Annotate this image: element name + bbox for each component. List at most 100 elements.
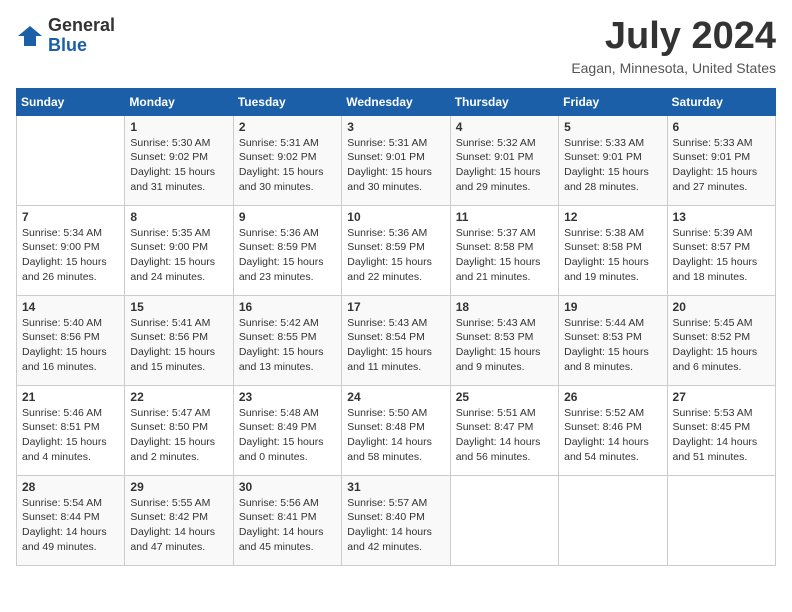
calendar-cell <box>17 115 125 205</box>
calendar-cell <box>559 475 667 565</box>
logo-blue: Blue <box>48 35 87 55</box>
day-number: 3 <box>347 120 444 134</box>
day-info: Sunrise: 5:41 AM Sunset: 8:56 PM Dayligh… <box>130 316 227 375</box>
calendar-cell: 22Sunrise: 5:47 AM Sunset: 8:50 PM Dayli… <box>125 385 233 475</box>
day-number: 16 <box>239 300 336 314</box>
day-info: Sunrise: 5:55 AM Sunset: 8:42 PM Dayligh… <box>130 496 227 555</box>
day-info: Sunrise: 5:42 AM Sunset: 8:55 PM Dayligh… <box>239 316 336 375</box>
day-info: Sunrise: 5:44 AM Sunset: 8:53 PM Dayligh… <box>564 316 661 375</box>
header-cell-thursday: Thursday <box>450 88 558 115</box>
day-info: Sunrise: 5:56 AM Sunset: 8:41 PM Dayligh… <box>239 496 336 555</box>
calendar-cell <box>450 475 558 565</box>
day-number: 21 <box>22 390 119 404</box>
calendar-cell: 17 Sunrise: 5:43 AM Sunset: 8:54 PM Dayli… <box>342 295 450 385</box>
calendar-cell: 18Sunrise: 5:43 AM Sunset: 8:53 PM Dayli… <box>450 295 558 385</box>
calendar-cell: 10 Sunrise: 5:36 AM Sunset: 8:59 PM Dayli… <box>342 205 450 295</box>
day-info: Sunrise: 5:35 AM Sunset: 9:00 PM Dayligh… <box>130 226 227 285</box>
day-number: 26 <box>564 390 661 404</box>
calendar-week-2: 14 Sunrise: 5:40 AM Sunset: 8:56 PM Dayli… <box>17 295 776 385</box>
calendar-cell: 29 Sunrise: 5:55 AM Sunset: 8:42 PM Dayli… <box>125 475 233 565</box>
header-cell-wednesday: Wednesday <box>342 88 450 115</box>
day-number: 29 <box>130 480 227 494</box>
day-number: 5 <box>564 120 661 134</box>
day-number: 13 <box>673 210 770 224</box>
calendar-cell: 12 Sunrise: 5:38 AM Sunset: 8:58 PM Dayli… <box>559 205 667 295</box>
calendar-week-3: 21 Sunrise: 5:46 AM Sunset: 8:51 PM Dayli… <box>17 385 776 475</box>
day-info: Sunrise: 5:32 AM Sunset: 9:01 PM Dayligh… <box>456 136 553 195</box>
page-header: General Blue July 2024 Eagan, Minnesota,… <box>16 16 776 76</box>
calendar-cell: 26 Sunrise: 5:52 AM Sunset: 8:46 PM Dayli… <box>559 385 667 475</box>
header-cell-monday: Monday <box>125 88 233 115</box>
day-info: Sunrise: 5:36 AM Sunset: 8:59 PM Dayligh… <box>347 226 444 285</box>
day-info: Sunrise: 5:33 AM Sunset: 9:01 PM Dayligh… <box>673 136 770 195</box>
calendar-cell: 25 Sunrise: 5:51 AM Sunset: 8:47 PM Dayli… <box>450 385 558 475</box>
day-info: Sunrise: 5:40 AM Sunset: 8:56 PM Dayligh… <box>22 316 119 375</box>
day-number: 11 <box>456 210 553 224</box>
logo: General Blue <box>16 16 115 56</box>
calendar-cell: 23Sunrise: 5:48 AM Sunset: 8:49 PM Dayli… <box>233 385 341 475</box>
day-number: 24 <box>347 390 444 404</box>
day-info: Sunrise: 5:50 AM Sunset: 8:48 PM Dayligh… <box>347 406 444 465</box>
calendar-cell: 31Sunrise: 5:57 AM Sunset: 8:40 PM Dayli… <box>342 475 450 565</box>
day-number: 17 <box>347 300 444 314</box>
day-number: 31 <box>347 480 444 494</box>
day-info: Sunrise: 5:37 AM Sunset: 8:58 PM Dayligh… <box>456 226 553 285</box>
day-info: Sunrise: 5:46 AM Sunset: 8:51 PM Dayligh… <box>22 406 119 465</box>
calendar-week-4: 28Sunrise: 5:54 AM Sunset: 8:44 PM Dayli… <box>17 475 776 565</box>
day-info: Sunrise: 5:31 AM Sunset: 9:02 PM Dayligh… <box>239 136 336 195</box>
day-number: 20 <box>673 300 770 314</box>
day-info: Sunrise: 5:52 AM Sunset: 8:46 PM Dayligh… <box>564 406 661 465</box>
day-info: Sunrise: 5:51 AM Sunset: 8:47 PM Dayligh… <box>456 406 553 465</box>
logo-text: General Blue <box>48 16 115 56</box>
day-number: 14 <box>22 300 119 314</box>
calendar-cell: 6Sunrise: 5:33 AM Sunset: 9:01 PM Daylig… <box>667 115 775 205</box>
calendar-cell: 19 Sunrise: 5:44 AM Sunset: 8:53 PM Dayli… <box>559 295 667 385</box>
day-info: Sunrise: 5:39 AM Sunset: 8:57 PM Dayligh… <box>673 226 770 285</box>
calendar-cell: 4 Sunrise: 5:32 AM Sunset: 9:01 PM Daylig… <box>450 115 558 205</box>
calendar-cell <box>667 475 775 565</box>
calendar-cell: 7 Sunrise: 5:34 AM Sunset: 9:00 PM Daylig… <box>17 205 125 295</box>
calendar-cell: 27 Sunrise: 5:53 AM Sunset: 8:45 PM Dayli… <box>667 385 775 475</box>
day-number: 30 <box>239 480 336 494</box>
calendar-cell: 3 Sunrise: 5:31 AM Sunset: 9:01 PM Daylig… <box>342 115 450 205</box>
logo-general: General <box>48 15 115 35</box>
day-number: 25 <box>456 390 553 404</box>
calendar-week-0: 1Sunrise: 5:30 AM Sunset: 9:02 PM Daylig… <box>17 115 776 205</box>
calendar-cell: 14 Sunrise: 5:40 AM Sunset: 8:56 PM Dayli… <box>17 295 125 385</box>
day-number: 10 <box>347 210 444 224</box>
calendar-week-1: 7 Sunrise: 5:34 AM Sunset: 9:00 PM Daylig… <box>17 205 776 295</box>
day-number: 8 <box>130 210 227 224</box>
month-title: July 2024 <box>571 16 776 58</box>
calendar-cell: 16 Sunrise: 5:42 AM Sunset: 8:55 PM Dayli… <box>233 295 341 385</box>
calendar-cell: 15Sunrise: 5:41 AM Sunset: 8:56 PM Dayli… <box>125 295 233 385</box>
header-cell-saturday: Saturday <box>667 88 775 115</box>
day-number: 12 <box>564 210 661 224</box>
header-cell-friday: Friday <box>559 88 667 115</box>
calendar-header: SundayMondayTuesdayWednesdayThursdayFrid… <box>17 88 776 115</box>
day-number: 1 <box>130 120 227 134</box>
location: Eagan, Minnesota, United States <box>571 60 776 76</box>
day-number: 9 <box>239 210 336 224</box>
day-number: 7 <box>22 210 119 224</box>
calendar-cell: 5Sunrise: 5:33 AM Sunset: 9:01 PM Daylig… <box>559 115 667 205</box>
day-number: 28 <box>22 480 119 494</box>
calendar-cell: 20 Sunrise: 5:45 AM Sunset: 8:52 PM Dayli… <box>667 295 775 385</box>
day-number: 19 <box>564 300 661 314</box>
header-cell-sunday: Sunday <box>17 88 125 115</box>
calendar-cell: 1Sunrise: 5:30 AM Sunset: 9:02 PM Daylig… <box>125 115 233 205</box>
day-info: Sunrise: 5:43 AM Sunset: 8:54 PM Dayligh… <box>347 316 444 375</box>
calendar-cell: 24 Sunrise: 5:50 AM Sunset: 8:48 PM Dayli… <box>342 385 450 475</box>
day-number: 4 <box>456 120 553 134</box>
day-info: Sunrise: 5:45 AM Sunset: 8:52 PM Dayligh… <box>673 316 770 375</box>
header-cell-tuesday: Tuesday <box>233 88 341 115</box>
calendar-cell: 30 Sunrise: 5:56 AM Sunset: 8:41 PM Dayli… <box>233 475 341 565</box>
day-number: 23 <box>239 390 336 404</box>
calendar-cell: 11 Sunrise: 5:37 AM Sunset: 8:58 PM Dayli… <box>450 205 558 295</box>
day-info: Sunrise: 5:31 AM Sunset: 9:01 PM Dayligh… <box>347 136 444 195</box>
day-info: Sunrise: 5:53 AM Sunset: 8:45 PM Dayligh… <box>673 406 770 465</box>
day-number: 27 <box>673 390 770 404</box>
calendar-cell: 8 Sunrise: 5:35 AM Sunset: 9:00 PM Daylig… <box>125 205 233 295</box>
calendar-cell: 28Sunrise: 5:54 AM Sunset: 8:44 PM Dayli… <box>17 475 125 565</box>
day-info: Sunrise: 5:34 AM Sunset: 9:00 PM Dayligh… <box>22 226 119 285</box>
day-info: Sunrise: 5:38 AM Sunset: 8:58 PM Dayligh… <box>564 226 661 285</box>
